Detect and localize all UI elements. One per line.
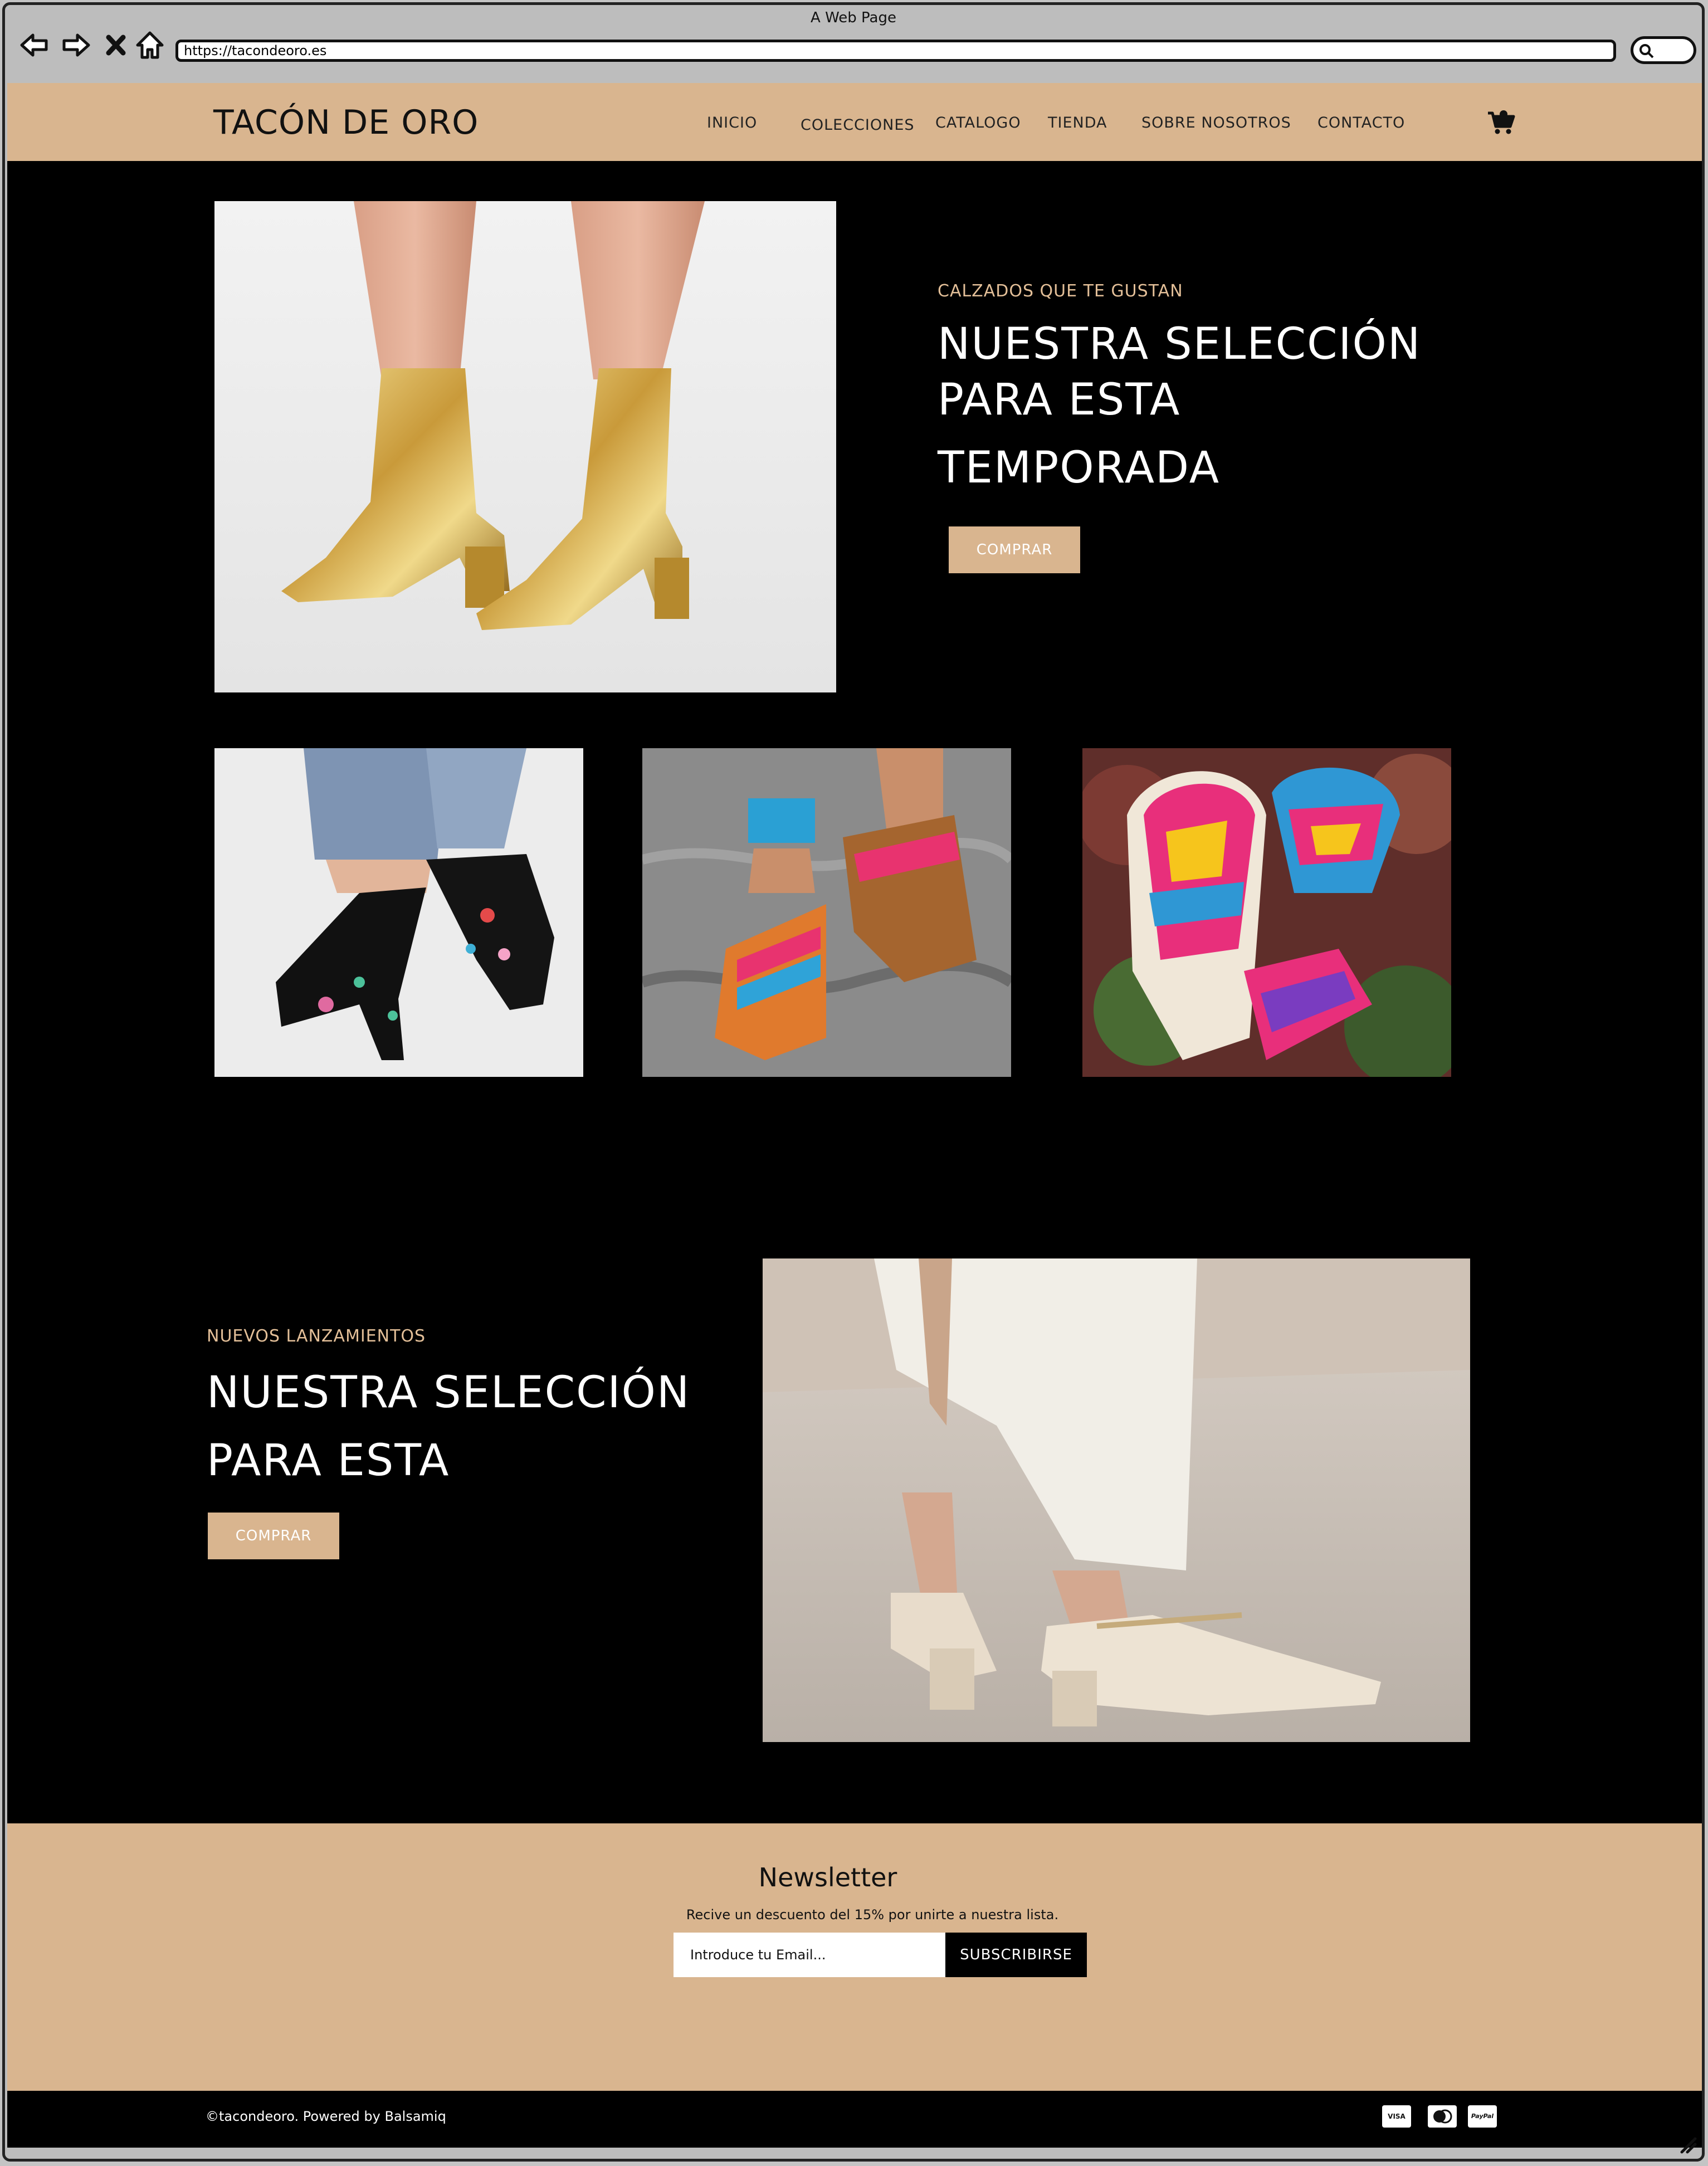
nav-sobre-nosotros[interactable]: SOBRE NOSOTROS <box>1141 114 1291 131</box>
resize-handle-icon[interactable] <box>1677 2134 1697 2154</box>
search-icon <box>1639 44 1654 58</box>
product-image-woven-flats[interactable] <box>642 748 1011 1077</box>
brand-logo[interactable]: TACÓN DE ORO <box>213 103 479 142</box>
site-footer: ©tacondeoro. Powered by Balsamiq VISA Pa… <box>7 2091 1702 2148</box>
hero-headline: NUESTRA SELECCIÓN PARA ESTA TEMPORADA <box>938 310 1421 502</box>
subscribe-button[interactable]: SUBSCRIBIRSE <box>945 1933 1087 1977</box>
browser-window: A Web Page https://tacondeoro.es TACÓN D… <box>2 2 1705 2162</box>
release-headline: NUESTRA SELECCIÓN PARA ESTA <box>207 1359 690 1495</box>
mastercard-icon <box>1428 2105 1457 2128</box>
email-field[interactable]: Introduce tu Email... <box>674 1933 945 1977</box>
web-page: TACÓN DE ORO INICIO COLECCIONES CATALOGO… <box>7 83 1702 2148</box>
product-image-colorful-huaraches[interactable] <box>1082 748 1451 1077</box>
hero-buy-button[interactable]: COMPRAR <box>949 526 1080 573</box>
release-headline-line: PARA ESTA <box>207 1436 450 1486</box>
site-header: TACÓN DE ORO INICIO COLECCIONES CATALOGO… <box>7 83 1702 161</box>
nav-catalogo[interactable]: CATALOGO <box>935 114 1021 131</box>
shopping-cart-icon[interactable] <box>1487 110 1516 135</box>
address-bar[interactable]: https://tacondeoro.es <box>175 40 1616 62</box>
hero-eyebrow: CALZADOS QUE TE GUSTAN <box>938 281 1183 301</box>
home-icon[interactable] <box>133 28 167 62</box>
paypal-icon: PayPal <box>1468 2105 1497 2128</box>
product-image-embroidered-heels[interactable] <box>214 748 583 1077</box>
release-image-nude-heels[interactable] <box>763 1258 1470 1742</box>
release-buy-button[interactable]: COMPRAR <box>208 1513 339 1559</box>
nav-colecciones[interactable]: COLECCIONES <box>801 116 915 134</box>
visa-icon: VISA <box>1382 2105 1411 2128</box>
hero-image-gold-boots[interactable] <box>214 201 836 692</box>
nav-contacto[interactable]: CONTACTO <box>1317 114 1405 131</box>
window-title: A Web Page <box>811 9 896 26</box>
copyright-text: ©tacondeoro. Powered by Balsamiq <box>206 2109 446 2124</box>
release-eyebrow: NUEVOS LANZAMIENTOS <box>207 1326 426 1346</box>
nav-tienda[interactable]: TIENDA <box>1048 114 1107 131</box>
forward-arrow-icon[interactable] <box>60 28 93 62</box>
newsletter-subtitle: Recive un descuento del 15% por unirte a… <box>686 1907 1059 1923</box>
newsletter-section: Newsletter Recive un descuento del 15% p… <box>7 1823 1702 2091</box>
close-x-icon[interactable] <box>103 28 129 62</box>
release-headline-line: NUESTRA SELECCIÓN <box>207 1368 691 1418</box>
newsletter-title: Newsletter <box>758 1862 897 1892</box>
browser-search[interactable] <box>1631 36 1696 64</box>
nav-inicio[interactable]: INICIO <box>707 114 757 131</box>
back-arrow-icon[interactable] <box>17 28 51 62</box>
hero-headline-line: TEMPORADA <box>938 443 1221 493</box>
